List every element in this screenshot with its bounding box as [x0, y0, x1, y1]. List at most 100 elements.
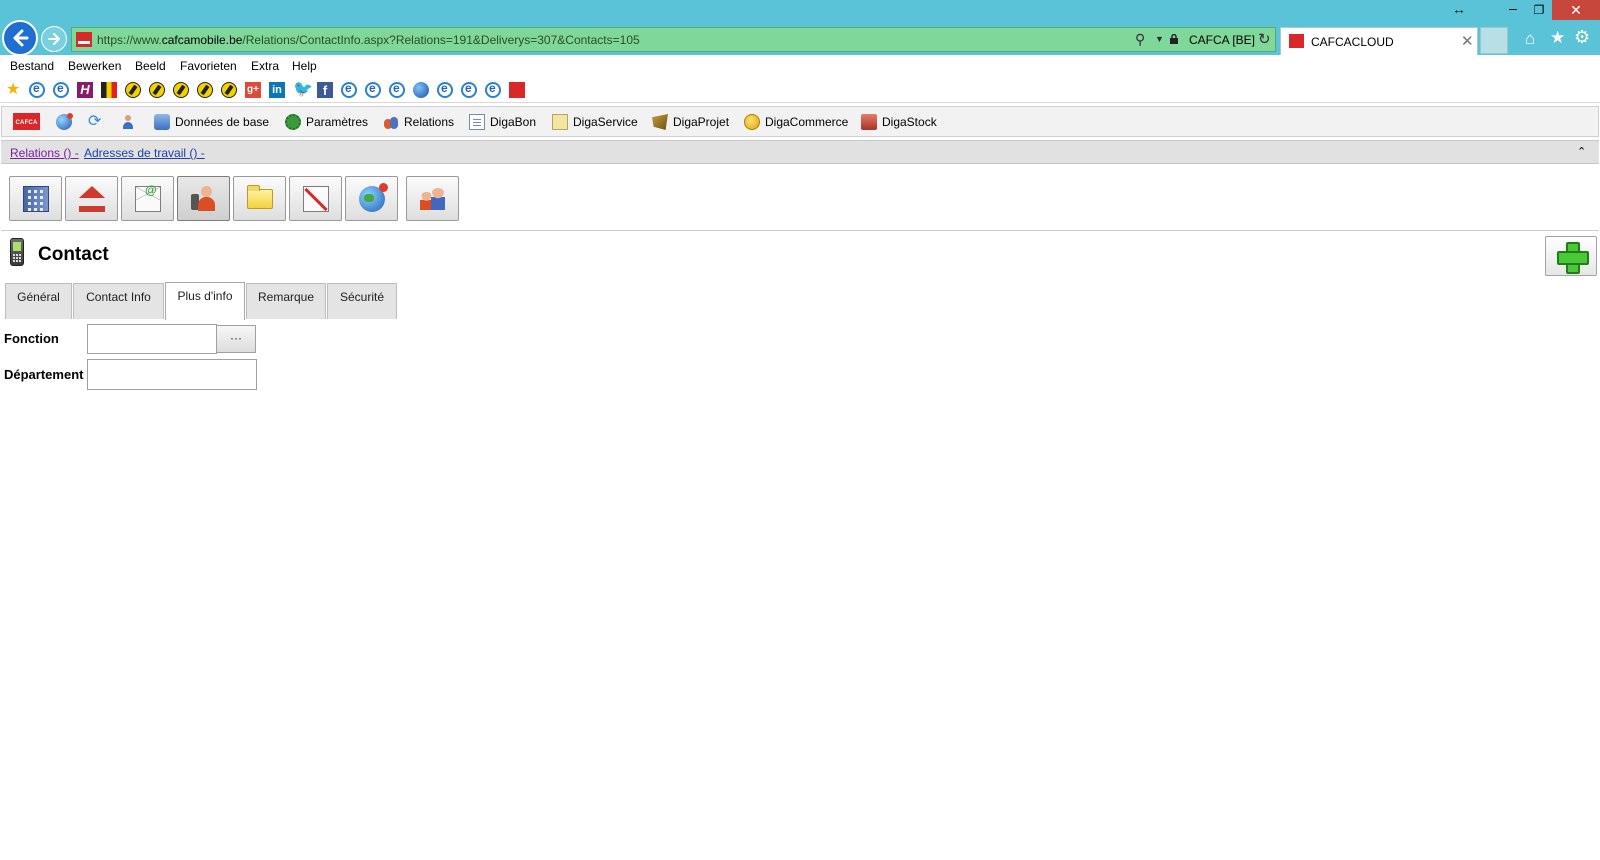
fonction-input[interactable] — [87, 324, 217, 354]
back-button[interactable] — [2, 20, 38, 56]
tomtom-icon[interactable] — [197, 82, 213, 98]
toolbar-item-digacommerce[interactable]: DigaCommerce — [744, 113, 848, 131]
departement-input[interactable] — [87, 359, 257, 390]
toolbar-item-donnees-de-base[interactable]: Données de base — [154, 113, 269, 131]
tab-securite[interactable]: Sécurité — [327, 283, 397, 319]
facebook-icon[interactable]: f — [317, 82, 333, 98]
cafca-link-icon[interactable] — [509, 82, 525, 98]
home-icon[interactable]: ⌂ — [1525, 29, 1535, 49]
ie-link-icon[interactable] — [389, 81, 405, 98]
toolbar-item-label: DigaProjet — [673, 115, 730, 129]
tomtom-icon[interactable] — [125, 82, 141, 98]
belgian-flag-icon[interactable] — [101, 82, 117, 98]
globe-icon[interactable] — [413, 82, 429, 98]
toolbar-item-label: DigaCommerce — [765, 115, 849, 129]
ie-link-icon[interactable] — [341, 81, 357, 98]
menu-item-bewerken[interactable]: Bewerken — [68, 59, 121, 73]
app-toolbar: CAFCA ⟳ Données de base Paramètres Relat… — [1, 106, 1599, 137]
contact-button[interactable] — [177, 176, 230, 221]
no-document-button[interactable] — [289, 176, 342, 221]
arrow-left-icon — [13, 29, 29, 47]
delivery-address-button[interactable] — [65, 176, 118, 221]
google-plus-icon[interactable]: g+ — [245, 82, 261, 98]
ie-link-icon[interactable] — [485, 81, 501, 98]
star-icon[interactable]: ★ — [1550, 28, 1565, 48]
plus-icon — [1557, 242, 1589, 274]
people-icon — [383, 114, 399, 130]
cafca-logo[interactable]: CAFCA — [13, 113, 40, 130]
company-button[interactable] — [9, 176, 62, 221]
tab-remarque[interactable]: Remarque — [246, 283, 326, 319]
mail-icon — [135, 183, 161, 212]
twitter-icon[interactable]: 🐦 — [293, 82, 313, 98]
toolbar-item-digastock[interactable]: DigaStock — [861, 113, 937, 131]
page-title: Contact — [38, 244, 109, 265]
team-button[interactable] — [406, 176, 459, 221]
sync-button[interactable]: ⟳ — [88, 113, 109, 131]
collapse-icon[interactable]: ⌃ — [1577, 145, 1586, 158]
world-button[interactable] — [345, 176, 398, 221]
arrow-right-icon — [48, 33, 60, 45]
forward-button[interactable] — [41, 26, 67, 52]
browser-tab[interactable]: CAFCACLOUD ✕ — [1280, 27, 1478, 55]
ie-link-icon[interactable] — [437, 81, 453, 98]
toolbar-item-digaservice[interactable]: DigaService — [552, 113, 638, 131]
h-link-icon[interactable]: H — [77, 82, 93, 98]
email-button[interactable] — [121, 176, 174, 221]
tomtom-icon[interactable] — [173, 82, 189, 98]
toolbar-item-digabon[interactable]: DigaBon — [469, 113, 536, 131]
ie-link-icon[interactable] — [53, 81, 69, 98]
window-close-button[interactable]: ✕ — [1552, 0, 1600, 20]
menu-item-beeld[interactable]: Beeld — [135, 59, 166, 73]
toolbar-item-parametres[interactable]: Paramètres — [285, 113, 368, 131]
tomtom-icon[interactable] — [221, 82, 237, 98]
breadcrumb: Relations () - Adresses de travail () - … — [1, 140, 1599, 164]
module-icon-toolbar — [1, 164, 1599, 231]
tab-contact-info[interactable]: Contact Info — [73, 283, 164, 319]
ie-link-icon[interactable] — [461, 81, 477, 98]
certificate-label[interactable]: CAFCA [BE] — [1189, 33, 1255, 47]
menu-item-favorieten[interactable]: Favorieten — [180, 59, 237, 73]
minimize-button[interactable]: – — [1500, 0, 1526, 20]
globe-button[interactable] — [56, 113, 77, 131]
url-scheme: https:// — [97, 33, 134, 47]
tab-general[interactable]: Général — [5, 283, 72, 319]
ie-link-icon[interactable] — [365, 81, 381, 98]
tab-plus-dinfo[interactable]: Plus d'info — [165, 282, 245, 320]
menu-item-extra[interactable]: Extra — [251, 59, 279, 73]
url-path: /Relations/ContactInfo.aspx?Relations=19… — [242, 33, 640, 47]
close-icon[interactable]: ✕ — [1461, 32, 1474, 50]
tomtom-icon[interactable] — [149, 82, 165, 98]
gear-icon[interactable]: ⚙ — [1574, 27, 1590, 48]
fonction-browse-button[interactable]: ··· — [216, 325, 256, 353]
breadcrumb-adresses-link[interactable]: Adresses de travail () - — [84, 146, 205, 160]
toolbar-item-relations[interactable]: Relations — [383, 113, 454, 131]
toolbar-item-label: Paramètres — [306, 115, 369, 129]
new-tab-button[interactable] — [1480, 27, 1508, 54]
lock-icon[interactable] — [1169, 34, 1179, 44]
favorites-bar: ★ H g+ in 🐦 f — [0, 77, 1600, 103]
address-bar[interactable]: https://www.cafcamobile.be/Relations/Con… — [71, 27, 1276, 52]
toolbar-item-digaprojet[interactable]: DigaProjet — [652, 113, 729, 131]
cafca-logo-text: CAFCA — [15, 120, 38, 126]
url-text[interactable]: https://www.cafcamobile.be/Relations/Con… — [97, 33, 640, 47]
chevron-down-icon[interactable]: ▼ — [1155, 34, 1164, 44]
menu-item-bestand[interactable]: Bestand — [10, 59, 54, 73]
resize-icon[interactable]: ↔ — [1452, 1, 1466, 17]
restore-button[interactable]: ❐ — [1526, 0, 1552, 20]
ie-link-icon[interactable] — [29, 81, 45, 98]
add-button[interactable] — [1545, 236, 1597, 276]
fonction-label: Fonction — [4, 331, 59, 346]
breadcrumb-relations-link[interactable]: Relations () - — [10, 146, 79, 160]
user-button[interactable] — [120, 113, 141, 131]
refresh-icon[interactable]: ↻ — [1258, 30, 1271, 48]
menu-item-help[interactable]: Help — [292, 59, 317, 73]
linkedin-icon[interactable]: in — [269, 82, 285, 98]
tab-favicon-icon — [1289, 34, 1304, 48]
menu-bar: Bestand Bewerken Beeld Favorieten Extra … — [0, 55, 1600, 77]
add-favorite-star-icon[interactable]: ★ — [6, 82, 22, 98]
no-document-icon — [303, 186, 329, 212]
globe-icon — [56, 113, 73, 130]
search-icon[interactable]: ⚲ — [1135, 31, 1145, 48]
folder-button[interactable] — [233, 176, 286, 221]
